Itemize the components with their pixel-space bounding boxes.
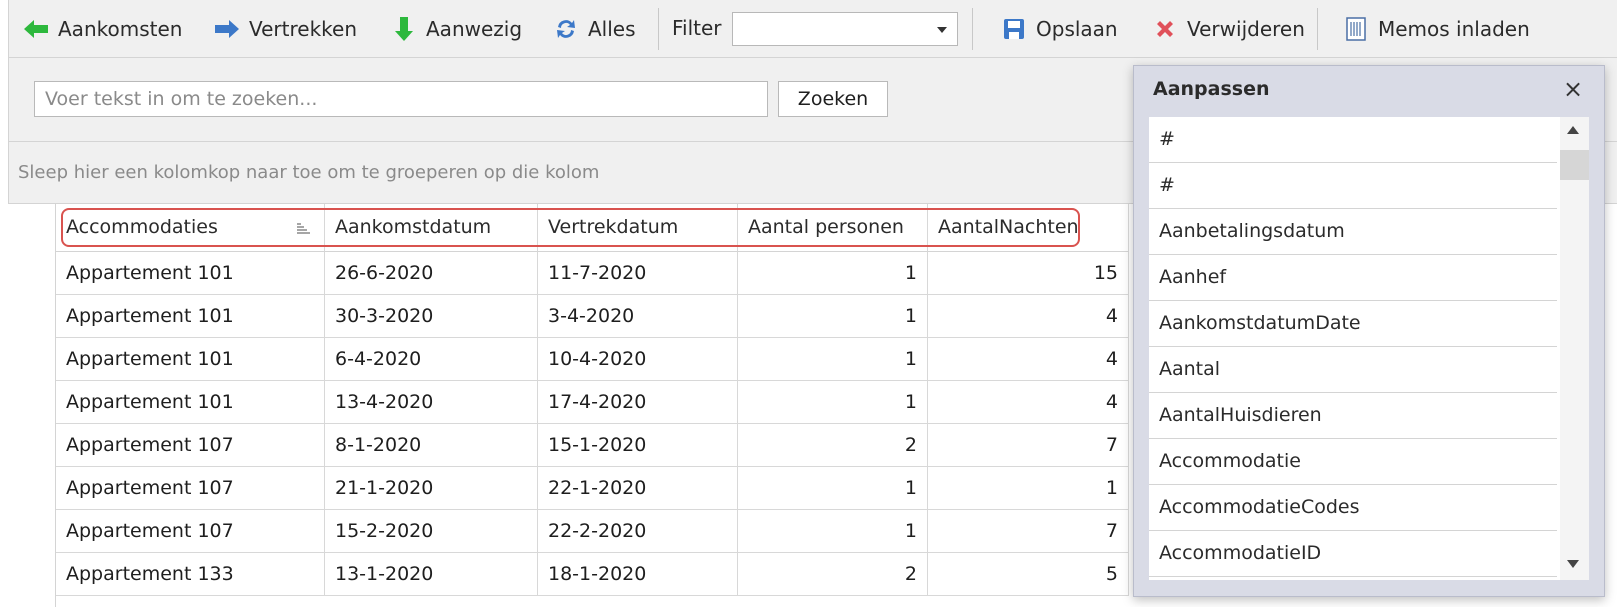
table-cell[interactable]: 1	[738, 295, 928, 338]
table-row-cell-accommodatie[interactable]: Appartement 101	[56, 252, 325, 295]
save-label: Opslaan	[1036, 17, 1118, 41]
table-cell[interactable]: 15-2-2020	[325, 510, 538, 553]
list-item[interactable]: AantalHuisdieren	[1149, 393, 1557, 439]
row-indicator-column[interactable]	[8, 204, 56, 607]
table-row-cell-accommodatie[interactable]: Appartement 101	[56, 381, 325, 424]
table-cell[interactable]: 3-4-2020	[538, 295, 738, 338]
table-cell[interactable]: 10-4-2020	[538, 338, 738, 381]
list-item[interactable]: AccommodatieCodes	[1149, 485, 1557, 531]
table-cell[interactable]: 2	[738, 424, 928, 467]
arrivals-button[interactable]: Aankomsten	[22, 13, 182, 45]
list-item[interactable]: Aanhef	[1149, 255, 1557, 301]
memo-icon	[1342, 15, 1370, 43]
delete-label: Verwijderen	[1187, 17, 1305, 41]
toolbar-separator	[972, 8, 973, 50]
table-cell[interactable]: 13-1-2020	[325, 553, 538, 596]
list-item[interactable]: Aanbetalingsdatum	[1149, 209, 1557, 255]
table-cell[interactable]: 4	[928, 338, 1129, 381]
table-cell[interactable]: 22-2-2020	[538, 510, 738, 553]
table-cell[interactable]: 15-1-2020	[538, 424, 738, 467]
table-cell[interactable]: 26-6-2020	[325, 252, 538, 295]
save-icon	[1000, 15, 1028, 43]
departures-label: Vertrekken	[249, 17, 358, 41]
table-row-cell-accommodatie[interactable]: Appartement 107	[56, 424, 325, 467]
table-cell[interactable]: 5	[928, 553, 1129, 596]
sort-ascending-icon	[297, 223, 310, 234]
table-cell[interactable]: 7	[928, 424, 1129, 467]
departures-button[interactable]: Vertrekken	[213, 13, 357, 45]
table-cell[interactable]: 11-7-2020	[538, 252, 738, 295]
table-row-cell-accommodatie[interactable]: Appartement 107	[56, 467, 325, 510]
chevron-down-icon	[937, 27, 947, 33]
table-cell[interactable]: 1	[738, 338, 928, 381]
delete-x-icon	[1151, 15, 1179, 43]
table-cell[interactable]: 1	[928, 467, 1129, 510]
toolbar-separator	[658, 8, 659, 50]
close-icon[interactable]: ×	[1563, 77, 1583, 101]
all-button[interactable]: Alles	[552, 13, 636, 45]
table-cell[interactable]: 4	[928, 381, 1129, 424]
table-row-cell-accommodatie[interactable]: Appartement 101	[56, 295, 325, 338]
toolbar-separator	[1317, 8, 1318, 50]
table-cell[interactable]: 2	[738, 553, 928, 596]
table-cell[interactable]: 1	[738, 510, 928, 553]
column-header-label: Aantal personen	[748, 216, 904, 238]
scrollbar-thumb[interactable]	[1560, 150, 1589, 180]
table-row-cell-accommodatie[interactable]: Appartement 101	[56, 338, 325, 381]
list-item[interactable]: #	[1149, 163, 1557, 209]
column-header-aankomstdatum[interactable]: Aankomstdatum	[325, 204, 538, 252]
customization-title: Aanpassen	[1153, 78, 1270, 100]
table-cell[interactable]: 13-4-2020	[325, 381, 538, 424]
present-button[interactable]: Aanwezig	[390, 13, 522, 45]
table-cell[interactable]: 1	[738, 381, 928, 424]
table-cell[interactable]: 15	[928, 252, 1129, 295]
column-header-label: Aankomstdatum	[335, 216, 492, 238]
delete-button[interactable]: Verwijderen	[1151, 13, 1305, 45]
arrow-down-icon	[390, 15, 418, 43]
search-input[interactable]: Voer tekst in om te zoeken...	[34, 81, 768, 117]
table-cell[interactable]: 8-1-2020	[325, 424, 538, 467]
hidden-columns-list: # # Aanbetalingsdatum Aanhef AankomstdatumDa…	[1149, 117, 1589, 580]
list-item[interactable]: Aantal	[1149, 347, 1557, 393]
load-memos-button[interactable]: Memos inladen	[1342, 13, 1530, 45]
list-item[interactable]: AankomstdatumDate	[1149, 301, 1557, 347]
list-item[interactable]: Accommodatie	[1149, 439, 1557, 485]
table-cell[interactable]: 21-1-2020	[325, 467, 538, 510]
refresh-icon	[552, 15, 580, 43]
list-item[interactable]: #	[1149, 117, 1557, 163]
table-row-cell-accommodatie[interactable]: Appartement 107	[56, 510, 325, 553]
filter-dropdown[interactable]	[732, 12, 958, 46]
table-cell[interactable]: 7	[928, 510, 1129, 553]
table-cell[interactable]: 17-4-2020	[538, 381, 738, 424]
scroll-up-icon[interactable]	[1567, 126, 1579, 134]
save-button[interactable]: Opslaan	[1000, 13, 1118, 45]
column-header-vertrekdatum[interactable]: Vertrekdatum	[538, 204, 738, 252]
table-cell[interactable]: 6-4-2020	[325, 338, 538, 381]
column-header-label: Vertrekdatum	[548, 216, 679, 238]
table-cell[interactable]: 22-1-2020	[538, 467, 738, 510]
table-row-cell-accommodatie[interactable]: Appartement 133	[56, 553, 325, 596]
table-cell[interactable]: 1	[738, 467, 928, 510]
table-cell[interactable]: 1	[738, 252, 928, 295]
all-label: Alles	[588, 17, 636, 41]
present-label: Aanwezig	[426, 17, 523, 41]
column-header-label: Accommodaties	[66, 216, 218, 238]
load-memos-label: Memos inladen	[1378, 17, 1530, 41]
arrow-right-icon	[213, 15, 241, 43]
column-header-aantalnachten[interactable]: AantalNachten	[928, 204, 1129, 252]
arrivals-label: Aankomsten	[58, 17, 183, 41]
scrollbar[interactable]	[1560, 117, 1589, 580]
group-by-hint: Sleep hier een kolomkop naar toe om te g…	[18, 162, 600, 183]
list-item[interactable]: AccommodatieID	[1149, 531, 1557, 577]
scroll-down-icon[interactable]	[1567, 560, 1579, 568]
column-header-accommodaties[interactable]: Accommodaties	[56, 204, 325, 252]
table-cell[interactable]: 4	[928, 295, 1129, 338]
column-header-label: AantalNachten	[938, 216, 1079, 238]
search-button[interactable]: Zoeken	[778, 81, 888, 117]
arrow-left-icon	[22, 15, 50, 43]
filter-label: Filter	[672, 16, 722, 40]
table-cell[interactable]: 18-1-2020	[538, 553, 738, 596]
table-cell[interactable]: 30-3-2020	[325, 295, 538, 338]
column-header-aantal-personen[interactable]: Aantal personen	[738, 204, 928, 252]
